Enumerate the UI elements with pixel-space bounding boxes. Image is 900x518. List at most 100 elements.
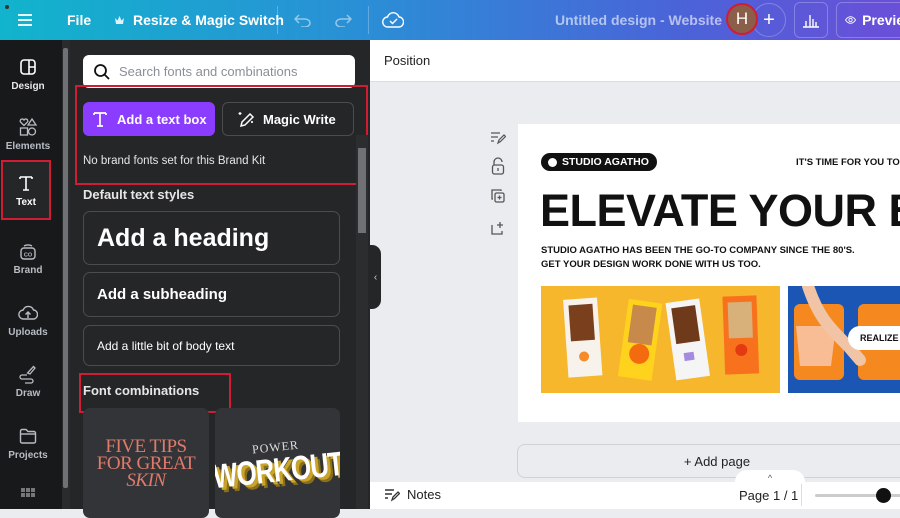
preview-button[interactable]: Preview: [836, 2, 900, 38]
duplicate-icon: [491, 189, 505, 203]
add-body-text-button[interactable]: Add a little bit of body text: [83, 325, 340, 366]
file-menu[interactable]: File: [67, 0, 91, 40]
magic-write-button[interactable]: Magic Write: [222, 102, 354, 136]
magic-wand-pen-icon: [238, 112, 255, 128]
page-indicator[interactable]: Page 1 / 1: [739, 488, 798, 503]
text-T-icon: [93, 112, 107, 127]
context-toolbar: Position: [370, 40, 900, 82]
side-rail: Design Elements Text CO Brand Uploads Dr…: [0, 40, 62, 509]
notes-edit-icon: [491, 132, 506, 145]
brand-kit-icon: CO: [20, 243, 36, 260]
add-text-box-label: Add a text box: [117, 111, 207, 127]
scrollbar-thumb[interactable]: [358, 148, 366, 233]
svg-text:CO: CO: [24, 252, 33, 258]
sidebar-item-design[interactable]: Design: [0, 46, 56, 102]
add-page-tool-button[interactable]: [488, 218, 508, 238]
sidebar-label: Projects: [8, 449, 48, 461]
sidebar-label: Text: [16, 196, 36, 208]
sidebar-label: Uploads: [8, 326, 48, 338]
sidebar-label: Brand: [13, 264, 43, 276]
sunburst-icon: [548, 157, 557, 167]
insights-chart-icon: [803, 15, 819, 28]
save-status-button[interactable]: [382, 0, 404, 40]
magic-write-label: Magic Write: [263, 111, 336, 127]
incense-boxes-illustration: [563, 295, 760, 381]
cloud-upload-icon: [18, 305, 38, 320]
eye-icon: [845, 16, 857, 24]
user-avatar[interactable]: H: [726, 3, 758, 35]
plus-icon: +: [763, 8, 775, 31]
panel-scrollbar[interactable]: [356, 135, 368, 509]
font-search-box[interactable]: [83, 55, 355, 88]
combo-preview-five-tips: FIVE TIPS FOR GREAT SKIN: [97, 435, 196, 491]
side-rail-scrollbar[interactable]: [62, 40, 70, 509]
divider: [277, 6, 278, 34]
add-page-button[interactable]: + Add page: [517, 444, 900, 478]
lock-page-button[interactable]: [488, 156, 508, 176]
brand-pill[interactable]: STUDIO AGATHO: [541, 153, 657, 171]
sidebar-item-uploads[interactable]: Uploads: [0, 292, 56, 348]
font-combinations-heading: Font combinations: [83, 383, 200, 398]
realize-button[interactable]: REALIZE T: [848, 326, 900, 350]
apps-grid-icon: [21, 488, 35, 497]
sidebar-item-brand[interactable]: CO Brand: [0, 230, 56, 286]
subtext-line: STUDIO AGATHO HAS BEEN THE GO-TO COMPANY…: [541, 245, 855, 256]
sidebar-label: Elements: [5, 140, 51, 152]
text-T-icon: [19, 175, 33, 191]
sidebar-item-draw[interactable]: Draw: [0, 353, 56, 409]
resize-magic-switch-button[interactable]: Resize & Magic Switch: [114, 0, 284, 40]
trays-photo[interactable]: REALIZE T: [788, 286, 900, 393]
sidebar-item-apps[interactable]: [0, 480, 56, 510]
add-heading-button[interactable]: Add a heading: [83, 211, 340, 265]
status-dot: [5, 5, 9, 9]
canvas-headline[interactable]: ELEVATE YOUR B: [540, 186, 900, 236]
redo-button[interactable]: [334, 0, 352, 40]
sidebar-item-elements[interactable]: Elements: [0, 106, 56, 162]
combo-text-line: SKIN: [126, 469, 166, 491]
search-icon: [94, 63, 110, 80]
text-panel: Add a text box Magic Write No brand font…: [70, 40, 370, 518]
scrollbar-thumb[interactable]: [63, 48, 68, 488]
divider: [368, 6, 369, 34]
no-brand-fonts-message: No brand fonts set for this Brand Kit: [83, 155, 266, 167]
notes-tool-button[interactable]: [488, 128, 508, 148]
shapes-icon: [19, 117, 38, 136]
subtext-line: GET YOUR DESIGN WORK DONE WITH US TOO.: [541, 259, 761, 270]
notes-edit-icon: [385, 488, 400, 501]
insights-button[interactable]: [794, 2, 828, 38]
menu-button[interactable]: [18, 0, 38, 40]
combo-text-line: FIVE TIPS: [105, 435, 187, 457]
folder-icon: [19, 428, 37, 444]
add-subheading-button[interactable]: Add a subheading: [83, 272, 340, 317]
design-canvas[interactable]: STUDIO AGATHO IT'S TIME FOR YOU TO ELEVA…: [518, 124, 900, 422]
font-combination-card[interactable]: POWER WORKOUT: [215, 408, 340, 518]
notes-button[interactable]: Notes: [384, 487, 441, 502]
default-text-styles-heading: Default text styles: [83, 187, 195, 202]
sidebar-label: Draw: [15, 387, 41, 399]
notes-label: Notes: [407, 487, 441, 502]
brand-pill-text: STUDIO AGATHO: [562, 156, 649, 168]
position-button[interactable]: Position: [384, 53, 430, 68]
resize-label: Resize & Magic Switch: [133, 12, 284, 28]
sidebar-label: Design: [11, 80, 45, 92]
incense-boxes-photo[interactable]: [541, 286, 780, 393]
collapse-panel-button[interactable]: ‹: [370, 245, 381, 309]
undo-button[interactable]: [294, 0, 312, 40]
sidebar-item-projects[interactable]: Projects: [0, 415, 56, 471]
chevron-left-icon: ‹: [373, 271, 378, 283]
add-text-box-button[interactable]: Add a text box: [83, 102, 215, 136]
font-combination-card[interactable]: FIVE TIPS FOR GREAT SKIN: [83, 408, 209, 518]
bottom-bar: Notes Page 1 / 1: [370, 482, 900, 509]
canvas-subtext[interactable]: STUDIO AGATHO HAS BEEN THE GO-TO COMPANY…: [541, 244, 855, 272]
zoom-slider-knob[interactable]: [876, 488, 891, 503]
unlock-icon: [491, 157, 505, 175]
sidebar-item-text[interactable]: Text: [1, 160, 51, 220]
canvas-tagline[interactable]: IT'S TIME FOR YOU TO: [796, 157, 900, 168]
crown-icon: [115, 16, 124, 24]
top-bar: File Resize & Magic Switch Untitled desi…: [0, 0, 900, 40]
preview-label: Preview: [862, 12, 900, 28]
design-title[interactable]: Untitled design - Website: [555, 0, 722, 40]
duplicate-page-button[interactable]: [488, 186, 508, 206]
zoom-slider[interactable]: [815, 488, 900, 503]
font-search-input[interactable]: [119, 64, 339, 79]
